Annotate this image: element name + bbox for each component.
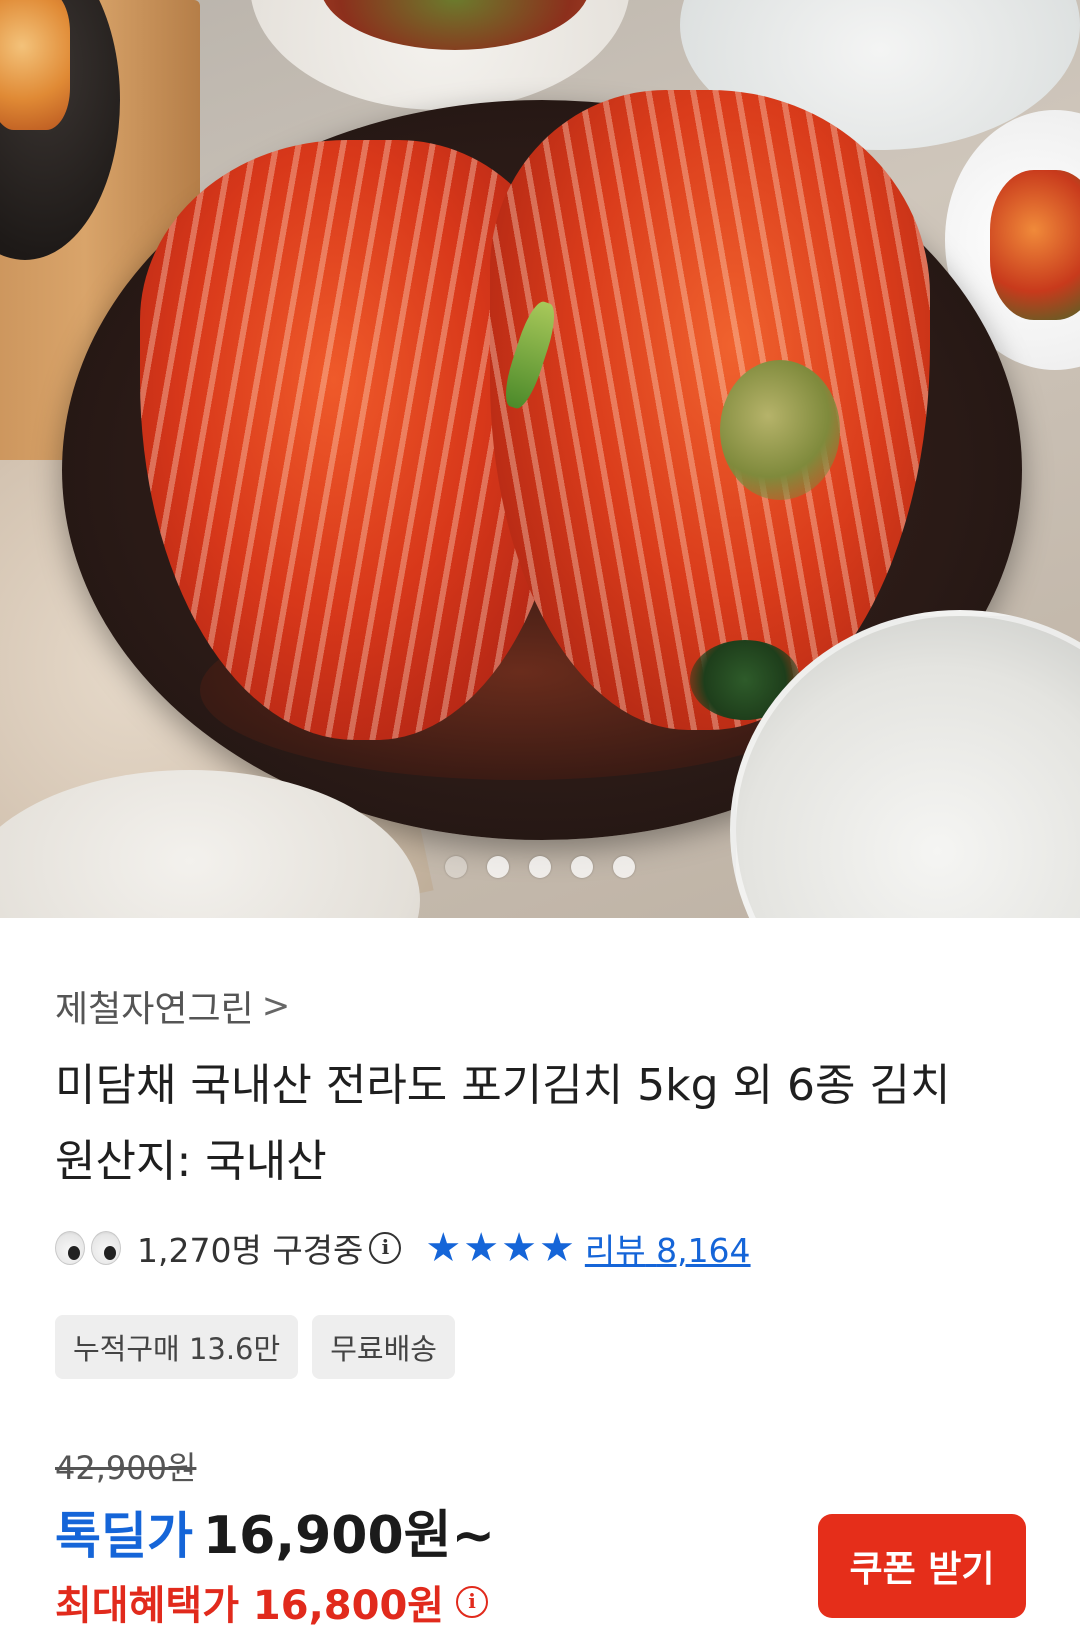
carousel-dot-2[interactable] (487, 856, 509, 878)
product-image-carousel[interactable] (0, 0, 1080, 918)
star-icon: ★ (538, 1225, 575, 1271)
radish-kimchi (0, 0, 70, 130)
eyes-icon (55, 1231, 121, 1265)
info-icon[interactable]: i (369, 1232, 402, 1264)
deal-price-row: 톡딜가 16,900원~ (55, 1493, 495, 1568)
star-icon: ★ (501, 1225, 537, 1271)
viewer-count: 1,270명 구경중 (137, 1231, 364, 1270)
store-name: 제철자연그린 (55, 989, 254, 1030)
product-info-panel: 제철자연그린 > 미담채 국내산 전라도 포기김치 5kg 외 6종 김치 원산… (0, 918, 1080, 1641)
carousel-dot-1[interactable] (445, 856, 467, 878)
rating-stars: ★ ★ ★ ★ (425, 1225, 574, 1271)
product-tags: 누적구매 13.6만 무료배송 (55, 1315, 455, 1379)
carousel-dot-4[interactable] (571, 856, 593, 878)
store-link[interactable]: 제철자연그린 > (55, 980, 290, 1032)
star-icon: ★ (463, 1225, 500, 1271)
max-benefit-price: 최대혜택가 16,800원 (55, 1583, 445, 1629)
chevron-right-icon: > (261, 986, 291, 1026)
carousel-dot-3[interactable] (529, 856, 551, 878)
review-link[interactable]: 리뷰 8,164 (585, 1224, 751, 1272)
tag-free-shipping: 무료배송 (312, 1315, 455, 1379)
carousel-indicator (0, 856, 1080, 878)
review-count: 8,164 (656, 1231, 751, 1270)
product-title-line-1: 미담채 국내산 전라도 포기김치 5kg 외 6종 김치 (55, 1060, 951, 1111)
plate-kimchi (990, 170, 1080, 320)
star-icon: ★ (425, 1225, 462, 1271)
deal-price: 16,900원~ (203, 1506, 496, 1566)
max-benefit-row: 최대혜택가 16,800원 i (55, 1573, 489, 1631)
tag-cumulative-purchases: 누적구매 13.6만 (55, 1315, 299, 1379)
review-label: 리뷰 (584, 1231, 646, 1270)
product-stats-row: 1,270명 구경중 i ★ ★ ★ ★ 리뷰 8,164 (55, 1223, 751, 1273)
product-origin: 원산지: 국내산 (55, 1136, 327, 1187)
deal-label: 톡딜가 (55, 1507, 193, 1565)
coupon-button[interactable]: 쿠폰 받기 (818, 1514, 1026, 1618)
product-title: 미담채 국내산 전라도 포기김치 5kg 외 6종 김치 원산지: 국내산 (55, 1048, 1035, 1200)
carousel-dot-5[interactable] (613, 856, 635, 878)
original-price: 42,900원 (55, 1449, 197, 1487)
cabbage-leaf (720, 360, 840, 500)
info-icon[interactable]: i (456, 1586, 489, 1618)
